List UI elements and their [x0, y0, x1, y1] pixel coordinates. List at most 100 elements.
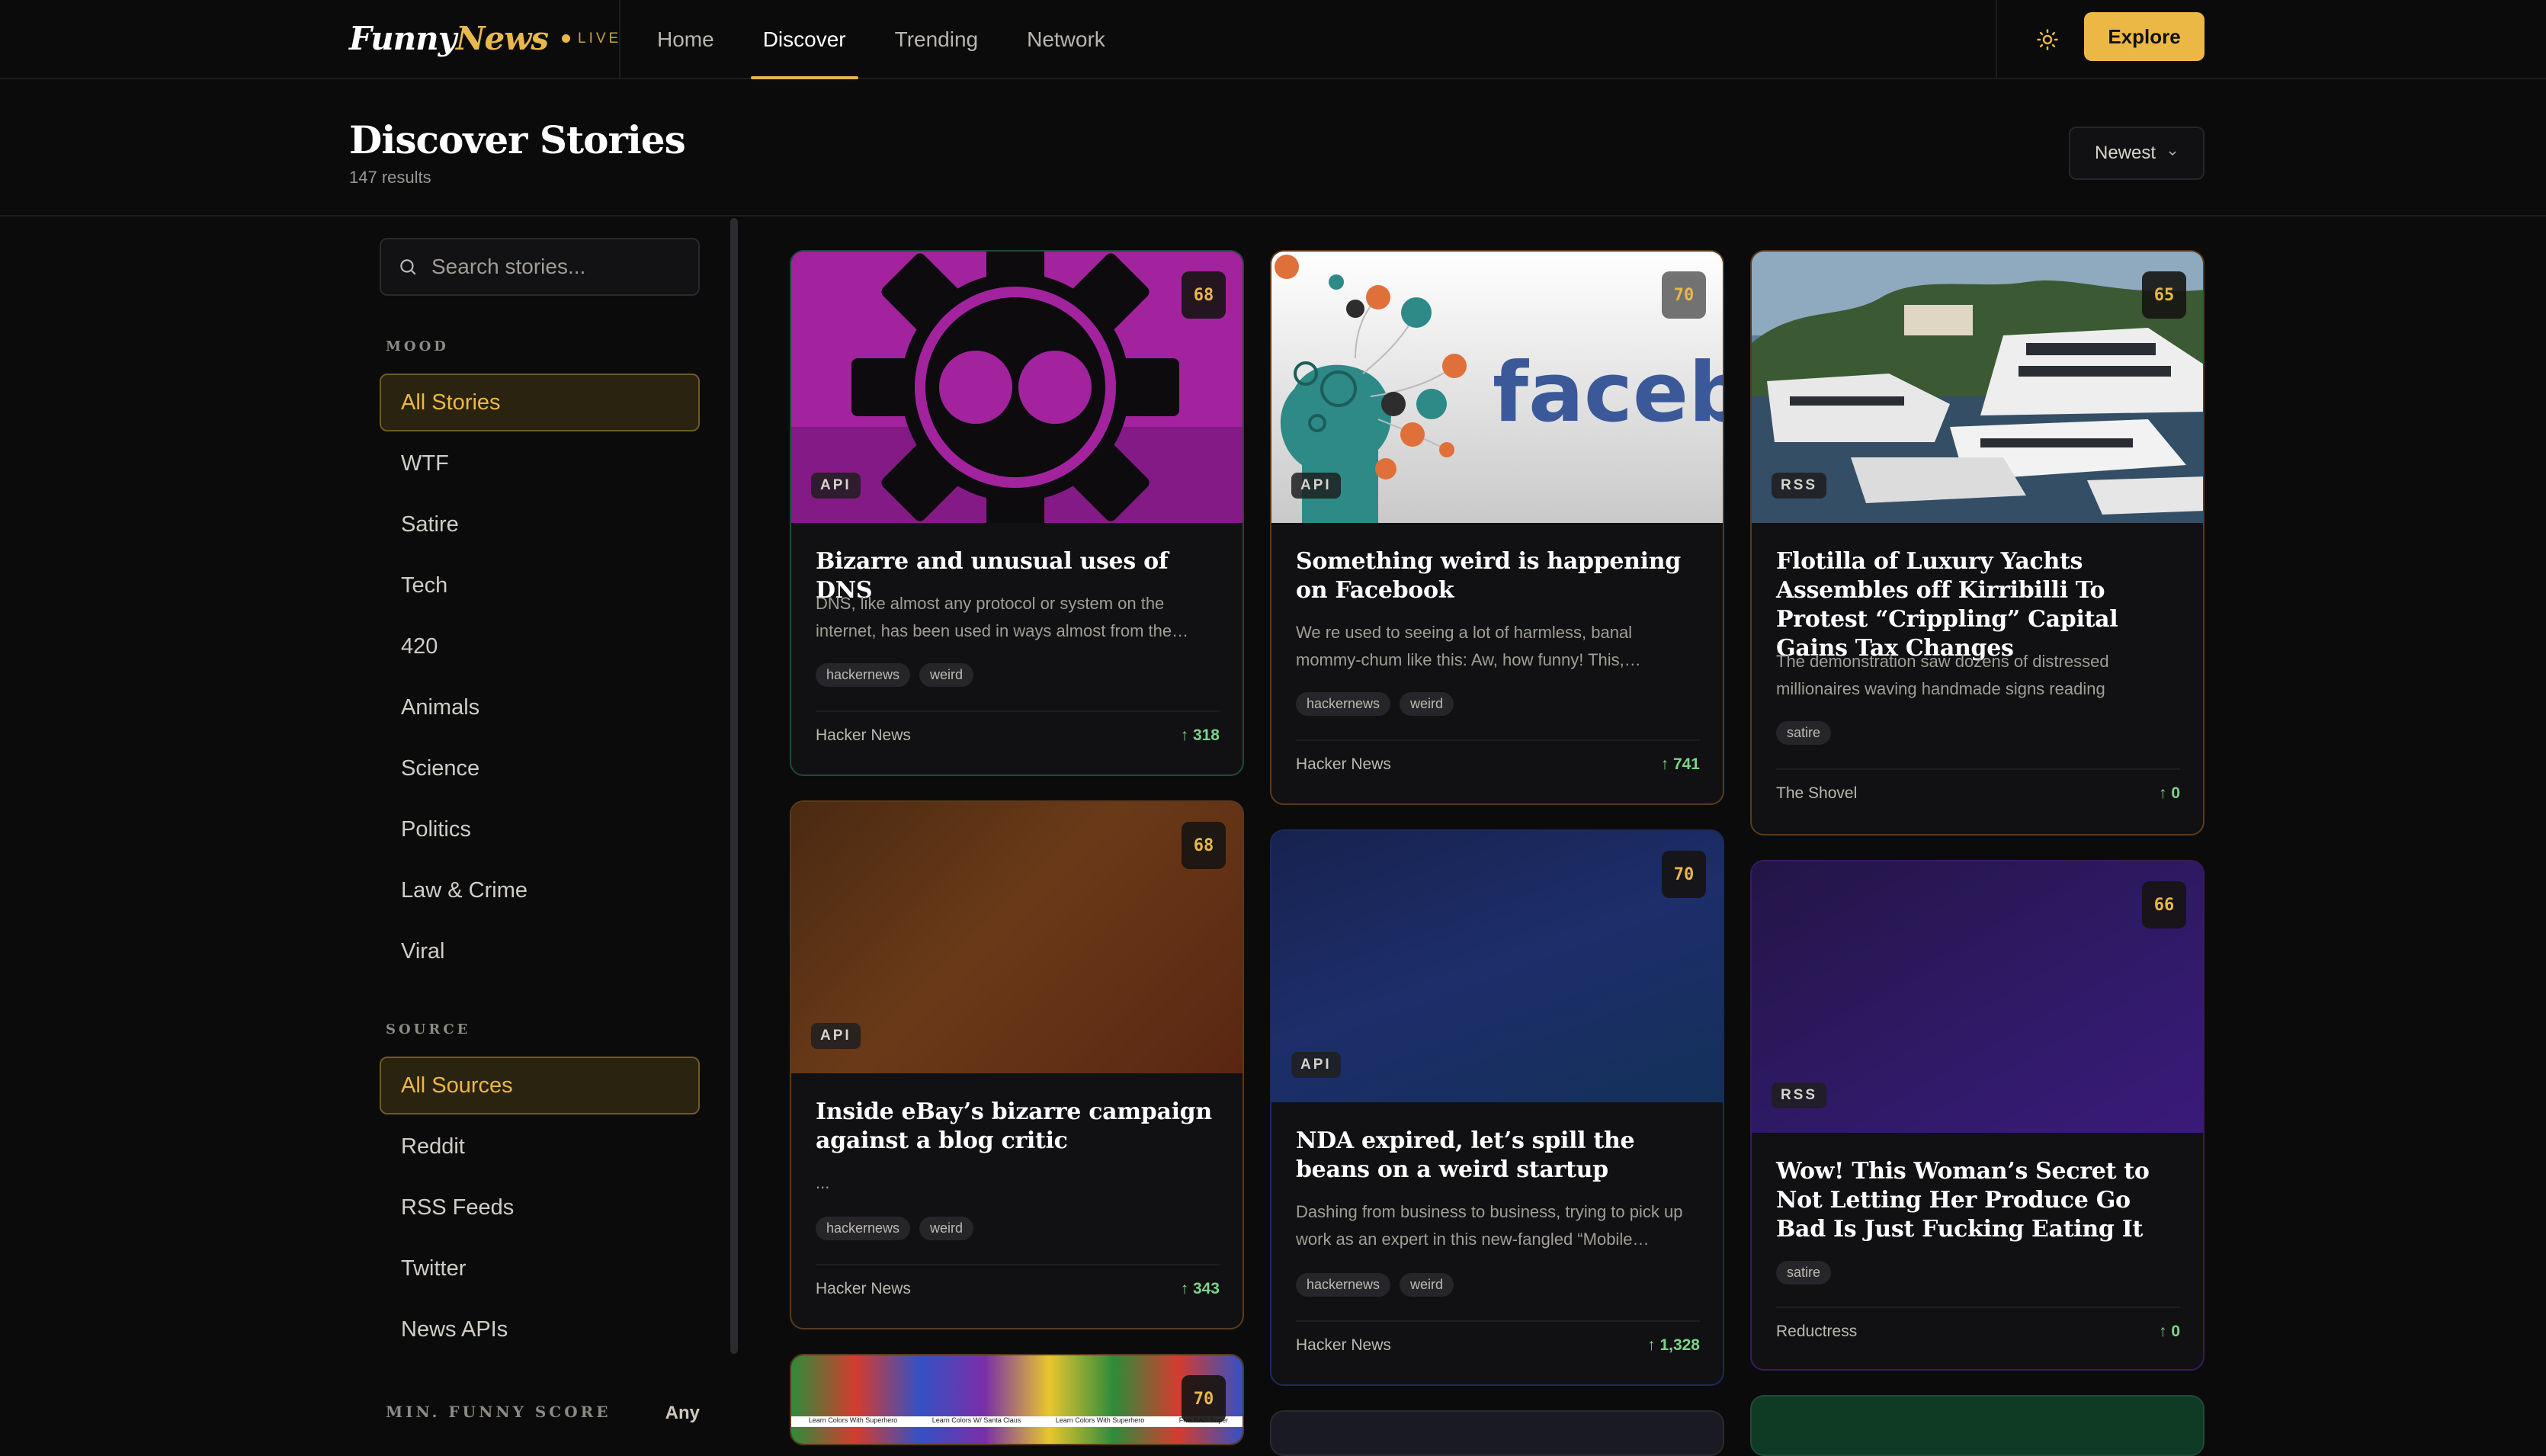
tag[interactable]: weird — [1400, 1273, 1454, 1297]
mood-satire[interactable]: Satire — [380, 495, 700, 553]
nav-network[interactable]: Network — [1002, 0, 1130, 79]
brand-logo[interactable]: FunnyNews — [349, 20, 549, 57]
story-card[interactable] — [1270, 1410, 1724, 1456]
image-caption: Learn Colors W/ Santa Claus — [932, 1416, 1021, 1424]
theme-toggle-button[interactable] — [2028, 20, 2067, 59]
results-count: 147 results — [349, 168, 431, 187]
story-source: Hacker News — [1296, 755, 1391, 773]
upvote-count: ↑ 741 — [1660, 755, 1700, 773]
story-source: Hacker News — [1296, 1336, 1391, 1354]
image-caption: Learn Colors With Superhero — [808, 1416, 898, 1424]
header-divider — [1996, 0, 1997, 79]
header-divider — [619, 0, 620, 79]
story-description: The demonstration saw dozens of distress… — [1776, 652, 2109, 698]
search-icon — [400, 259, 416, 275]
mood-science[interactable]: Science — [380, 739, 700, 797]
story-title[interactable]: Wow! This Woman’s Secret to Not Letting … — [1776, 1157, 2182, 1244]
superheroes-image — [791, 1355, 1243, 1444]
upvote-count: ↑ 318 — [1180, 726, 1220, 744]
story-tags: hackernews weird — [1296, 692, 1454, 716]
nav-trending[interactable]: Trending — [871, 0, 1002, 79]
mood-420[interactable]: 420 — [380, 617, 700, 675]
story-source: Reductress — [1776, 1323, 1858, 1340]
story-title[interactable]: Something weird is happening on Facebook — [1296, 547, 1701, 605]
nav-home[interactable]: Home — [633, 0, 739, 79]
mood-animals[interactable]: Animals — [380, 678, 700, 736]
image-caption: Learn Colors With Superhero — [1055, 1416, 1145, 1424]
tag[interactable]: satire — [1776, 721, 1832, 745]
story-title[interactable]: Flotilla of Luxury Yachts Assembles off … — [1776, 547, 2182, 663]
tag[interactable]: hackernews — [816, 1217, 911, 1240]
funny-score-badge: 70 — [1182, 1375, 1226, 1422]
story-card[interactable]: 65 RSS Flotilla of Luxury Yachts Assembl… — [1750, 250, 2205, 835]
sort-dropdown[interactable]: Newest — [2069, 127, 2205, 180]
live-indicator: LIVE — [562, 30, 621, 47]
page-title: Discover Stories — [349, 117, 686, 162]
story-description: DNS, like almost any protocol or system … — [816, 594, 1189, 640]
story-card[interactable] — [1750, 1395, 2205, 1456]
mood-tech[interactable]: Tech — [380, 556, 700, 614]
story-source: The Shovel — [1776, 784, 1858, 802]
mood-wtf[interactable]: WTF — [380, 435, 700, 492]
tag[interactable]: weird — [1400, 692, 1454, 716]
mood-list: All Stories WTF Satire Tech 420 Animals … — [380, 374, 700, 983]
source-all[interactable]: All Sources — [380, 1057, 700, 1114]
mood-all-stories[interactable]: All Stories — [380, 374, 700, 431]
mood-viral[interactable]: Viral — [380, 922, 700, 980]
min-score-filter[interactable]: MIN. FUNNY SCORE Any — [386, 1403, 700, 1422]
tag[interactable]: weird — [919, 1217, 974, 1240]
main-nav: Home Discover Trending Network — [633, 0, 1130, 79]
source-type-badge: API — [811, 1023, 861, 1049]
story-card[interactable]: 66 RSS Wow! This Woman’s Secret to Not L… — [1750, 860, 2205, 1371]
mood-politics[interactable]: Politics — [380, 800, 700, 858]
tag[interactable]: satire — [1776, 1261, 1832, 1284]
nav-discover[interactable]: Discover — [739, 0, 871, 79]
story-card[interactable]: Learn Colors With Superhero Learn Colors… — [790, 1354, 1244, 1445]
explore-button[interactable]: Explore — [2084, 12, 2205, 61]
tag[interactable]: hackernews — [816, 663, 911, 687]
funny-score-badge: 65 — [2142, 271, 2186, 319]
sun-icon — [2037, 29, 2058, 50]
funny-score-badge: 70 — [1662, 271, 1706, 319]
chevron-down-icon — [2169, 151, 2176, 156]
story-tags: hackernews weird — [816, 663, 974, 687]
story-footer: Hacker News ↑ 741 — [1296, 739, 1700, 788]
min-score-label: MIN. FUNNY SCORE — [386, 1403, 611, 1421]
story-card[interactable]: 68 API Bizarre and unusual uses of DNS D… — [790, 250, 1244, 776]
source-section-label: SOURCE — [386, 1021, 471, 1037]
source-type-badge: API — [811, 473, 861, 499]
source-twitter[interactable]: Twitter — [380, 1240, 700, 1297]
story-footer: Hacker News ↑ 1,328 — [1296, 1320, 1700, 1369]
sort-value: Newest — [2094, 143, 2156, 163]
sidebar-scrollbar[interactable] — [730, 218, 738, 1354]
story-footer: The Shovel ↑ 0 — [1776, 768, 2180, 817]
upvote-count: ↑ 343 — [1180, 1280, 1220, 1297]
mood-law-crime[interactable]: Law & Crime — [380, 861, 700, 919]
story-title[interactable]: Inside eBay’s bizarre campaign against a… — [816, 1098, 1221, 1156]
story-tags: hackernews weird — [816, 1217, 974, 1240]
min-score-value: Any — [665, 1403, 700, 1422]
story-description: Dashing from business to business, tryin… — [1296, 1202, 1683, 1249]
image-text: facebo — [1493, 345, 1723, 441]
source-news-apis[interactable]: News APIs — [380, 1300, 700, 1358]
story-card[interactable]: facebo 70 API Something weird is happeni… — [1270, 250, 1724, 805]
source-rss[interactable]: RSS Feeds — [380, 1179, 700, 1236]
story-title[interactable]: NDA expired, let’s spill the beans on a … — [1296, 1127, 1701, 1185]
story-description: We re used to seeing a lot of harmless, … — [1296, 623, 1641, 669]
search-input[interactable] — [431, 255, 683, 279]
story-tags: satire — [1776, 721, 1832, 745]
brand[interactable]: FunnyNews LIVE — [349, 20, 621, 57]
source-reddit[interactable]: Reddit — [380, 1118, 700, 1175]
story-tags: satire — [1776, 1261, 1832, 1284]
story-card[interactable]: 68 API Inside eBay’s bizarre campaign ag… — [790, 800, 1244, 1329]
tag[interactable]: hackernews — [1296, 692, 1391, 716]
upvote-count: ↑ 0 — [2158, 1323, 2180, 1340]
search-box[interactable] — [380, 238, 700, 296]
tag[interactable]: weird — [919, 663, 974, 687]
funny-score-badge: 68 — [1182, 271, 1226, 319]
source-list: All Sources Reddit RSS Feeds Twitter New… — [380, 1057, 700, 1361]
funny-score-badge: 70 — [1662, 851, 1706, 898]
funny-score-badge: 66 — [2142, 881, 2186, 928]
story-card[interactable]: 70 API NDA expired, let’s spill the bean… — [1270, 829, 1724, 1386]
tag[interactable]: hackernews — [1296, 1273, 1391, 1297]
